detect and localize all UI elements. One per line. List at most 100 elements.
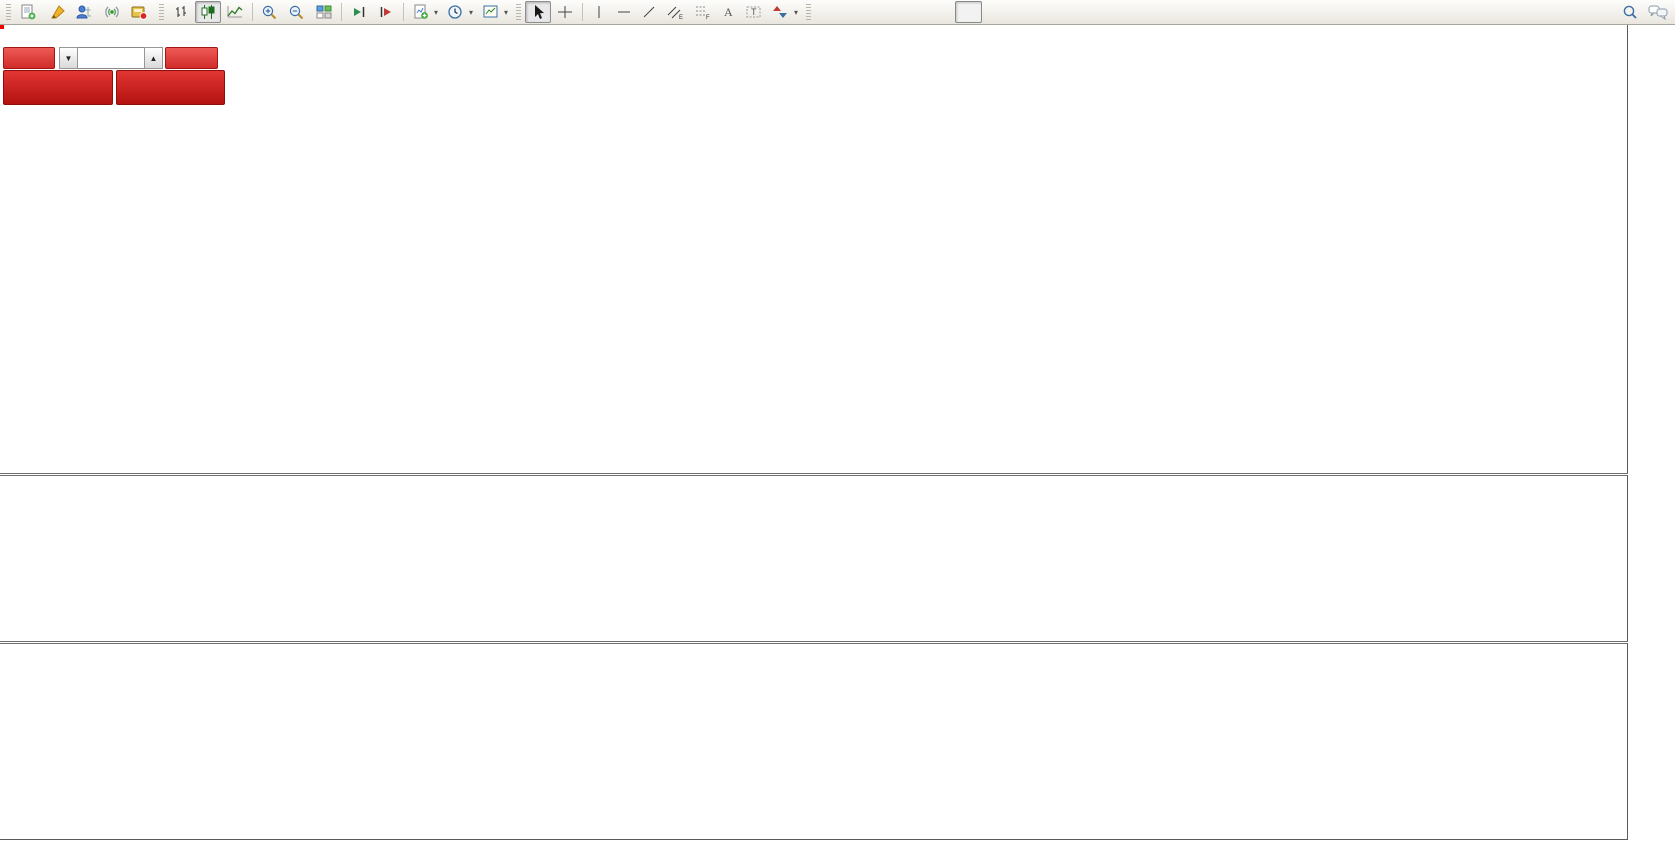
zoom-out-icon [289, 5, 304, 20]
tile-windows-button[interactable] [311, 1, 337, 23]
profiles-button[interactable] [45, 1, 71, 23]
crayon-icon [51, 5, 65, 19]
zoom-out-button[interactable] [284, 1, 310, 23]
tile-windows-icon [316, 5, 332, 19]
crosshair-icon [558, 6, 573, 18]
timeframe-m5-button[interactable] [843, 1, 870, 23]
dropdown-caret-icon: ▾ [469, 7, 474, 17]
new-order-icon [21, 4, 36, 20]
volume-up-button[interactable]: ▲ [144, 47, 163, 69]
svg-text:A: A [724, 5, 733, 19]
sell-price-box[interactable] [3, 70, 113, 105]
cursor-icon [535, 5, 545, 19]
buy-price-box[interactable] [115, 70, 225, 105]
toolbar-separator [341, 3, 342, 21]
timeframe-m15-button[interactable] [871, 1, 898, 23]
fibonacci-button[interactable]: F [689, 1, 715, 23]
person-chart-icon [76, 5, 91, 19]
autotrading-icon [131, 6, 148, 20]
toolbar-separator [252, 3, 253, 21]
price-callout[interactable] [0, 25, 4, 29]
line-chart-icon [227, 6, 243, 18]
macd-label [5, 478, 17, 490]
toolbar-separator [582, 3, 584, 21]
text-button[interactable]: A [716, 1, 740, 23]
vertical-line-button[interactable] [587, 1, 611, 23]
timeframe-h4-button[interactable] [955, 1, 983, 23]
pane-separator[interactable] [0, 473, 1675, 476]
toolbar-grip[interactable] [806, 4, 812, 20]
candlestick-chart-icon [201, 5, 215, 19]
timeframe-mn-button[interactable] [1039, 1, 1066, 23]
text-label-button[interactable]: T [741, 1, 767, 23]
indicators-button[interactable]: ▾ [408, 1, 442, 23]
chat-button[interactable] [1644, 1, 1672, 23]
equidistant-channel-button[interactable]: E [662, 1, 688, 23]
volume-input[interactable] [78, 47, 144, 69]
horizontal-line-button[interactable] [612, 1, 636, 23]
triangle-up-icon: ▲ [149, 53, 158, 63]
rsi-label [5, 646, 13, 658]
one-click-trading-panel: ▼ ▲ [3, 47, 225, 107]
signal-icon [105, 6, 119, 18]
chart-canvas[interactable] [0, 25, 1627, 839]
timeframe-d1-button[interactable] [983, 1, 1010, 23]
toolbar-separator [403, 3, 404, 21]
chat-bubbles-icon [1648, 5, 1668, 20]
volume-down-button[interactable]: ▼ [59, 47, 78, 69]
toolbar-grip[interactable] [159, 4, 164, 20]
svg-text:T: T [751, 7, 757, 17]
search-icon [1623, 5, 1637, 19]
dropdown-caret-icon: ▾ [794, 7, 799, 17]
chart-shift-button[interactable] [373, 1, 399, 23]
arrows-icon [773, 6, 788, 18]
periods-button[interactable]: ▾ [443, 1, 477, 23]
time-axis[interactable] [0, 840, 1675, 857]
indicators-icon [414, 4, 428, 19]
auto-scroll-button[interactable] [346, 1, 372, 23]
candlestick-chart-button[interactable] [195, 1, 221, 23]
bar-chart-icon [176, 6, 186, 17]
dropdown-caret-icon: ▾ [434, 7, 439, 17]
zoom-in-button[interactable] [257, 1, 283, 23]
channel-icon: E [667, 6, 683, 20]
pane-separator[interactable] [0, 641, 1675, 644]
trendline-icon [643, 6, 655, 18]
auto-scroll-icon [354, 7, 365, 17]
template-chart-icon [483, 5, 498, 18]
text-label-icon: T [746, 6, 761, 18]
toolbar: ▾ ▾ ▾ E F A T ▾ [0, 0, 1675, 25]
trendline-button[interactable] [637, 1, 661, 23]
chart-window: ▼ ▲ [0, 25, 1675, 857]
mt4-window: { "toolbar": { "new_order_label": "新订单",… [0, 0, 1675, 857]
autotrading-button[interactable] [126, 1, 155, 23]
zoom-in-icon [262, 5, 277, 20]
signals-button[interactable] [99, 1, 125, 23]
new-order-button[interactable] [15, 1, 44, 23]
text-icon: A [724, 5, 733, 19]
arrows-button[interactable]: ▾ [768, 1, 802, 23]
search-button[interactable] [1617, 1, 1643, 23]
timeframe-h1-button[interactable] [927, 1, 954, 23]
toolbar-grip[interactable] [516, 4, 522, 20]
horizontal-line-icon [618, 11, 631, 13]
svg-text:F: F [706, 15, 710, 20]
crosshair-button[interactable] [552, 1, 578, 23]
sell-button[interactable] [3, 47, 55, 69]
vertical-line-icon [598, 6, 600, 18]
line-chart-button[interactable] [222, 1, 248, 23]
timeframe-w1-button[interactable] [1011, 1, 1038, 23]
bar-chart-button[interactable] [168, 1, 194, 23]
timeframe-m1-button[interactable] [815, 1, 842, 23]
buy-button[interactable] [165, 47, 218, 69]
timeframe-m30-button[interactable] [899, 1, 926, 23]
dropdown-caret-icon: ▾ [504, 7, 509, 17]
templates-button[interactable]: ▾ [478, 1, 512, 23]
triangle-down-icon: ▼ [64, 53, 73, 63]
toolbar-grip[interactable] [6, 4, 11, 20]
chart-title [6, 31, 10, 45]
cursor-button[interactable] [525, 1, 552, 23]
price-axis[interactable] [1628, 25, 1675, 840]
chart-shift-icon [380, 7, 391, 17]
community-button[interactable] [72, 1, 98, 23]
